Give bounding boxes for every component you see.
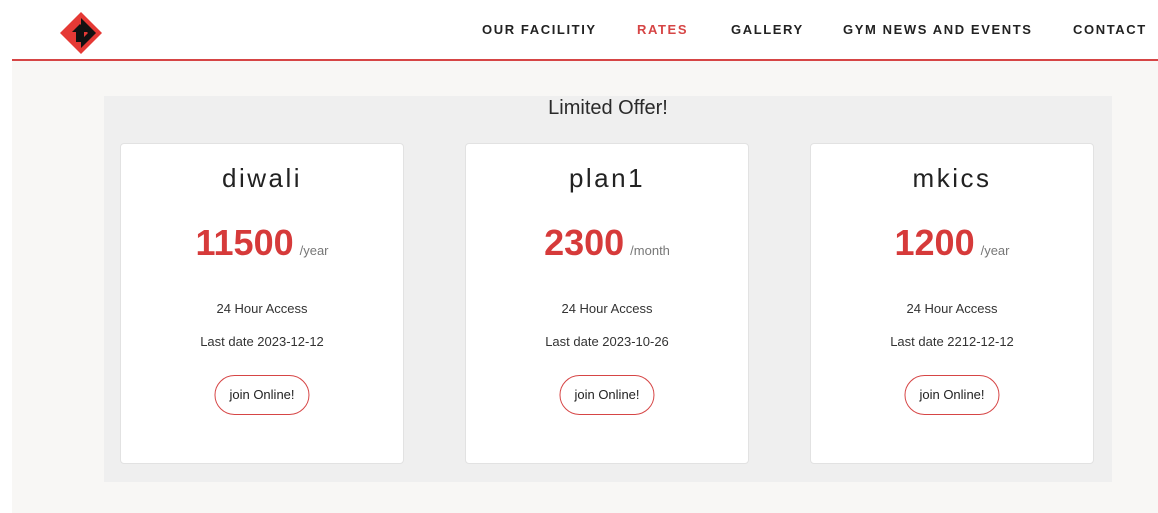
- join-online-button[interactable]: join Online!: [214, 375, 310, 415]
- price-row: 2300/month: [466, 222, 748, 264]
- join-online-button[interactable]: join Online!: [904, 375, 1000, 415]
- plan-period: /year: [299, 243, 329, 258]
- join-online-button[interactable]: join Online!: [559, 375, 655, 415]
- plan-card-mkics: mkics 1200/year 24 Hour Access Last date…: [810, 143, 1094, 464]
- price-row: 1200/year: [811, 222, 1093, 264]
- plan-name: mkics: [912, 163, 992, 193]
- nav-item-gym-news-and-events[interactable]: GYM NEWS AND EVENTS: [843, 22, 1033, 37]
- plan-last-date: Last date 2212-12-12: [890, 334, 1014, 349]
- plan-last-date: Last date 2023-12-12: [200, 334, 324, 349]
- plan-period: /year: [980, 243, 1010, 258]
- plan-feature: 24 Hour Access: [906, 301, 998, 316]
- nav-item-rates[interactable]: RATES: [637, 22, 688, 37]
- plan-price: 2300: [544, 222, 625, 263]
- plan-name: plan1: [568, 163, 646, 193]
- site-header: OUR FACILITIY RATES GALLERY GYM NEWS AND…: [0, 0, 1158, 60]
- plan-period: /month: [630, 243, 670, 258]
- nav-item-contact[interactable]: CONTACT: [1073, 22, 1147, 37]
- plan-name: diwali: [221, 163, 303, 193]
- plan-feature: 24 Hour Access: [216, 301, 308, 316]
- plan-last-date: Last date 2023-10-26: [545, 334, 669, 349]
- plan-price: 1200: [894, 222, 975, 263]
- price-row: 11500/year: [121, 222, 403, 264]
- plan-price: 11500: [195, 222, 294, 263]
- plan-card-plan1: plan1 2300/month 24 Hour Access Last dat…: [465, 143, 749, 464]
- nav-item-gallery[interactable]: GALLERY: [731, 22, 804, 37]
- limited-offer-title: Limited Offer!: [548, 97, 668, 119]
- plan-feature: 24 Hour Access: [561, 301, 653, 316]
- nav-item-our-facility[interactable]: OUR FACILITIY: [482, 22, 597, 37]
- plan-card-diwali: diwali 11500/year 24 Hour Access Last da…: [120, 143, 404, 464]
- main-nav: OUR FACILITIY RATES GALLERY GYM NEWS AND…: [0, 22, 1158, 40]
